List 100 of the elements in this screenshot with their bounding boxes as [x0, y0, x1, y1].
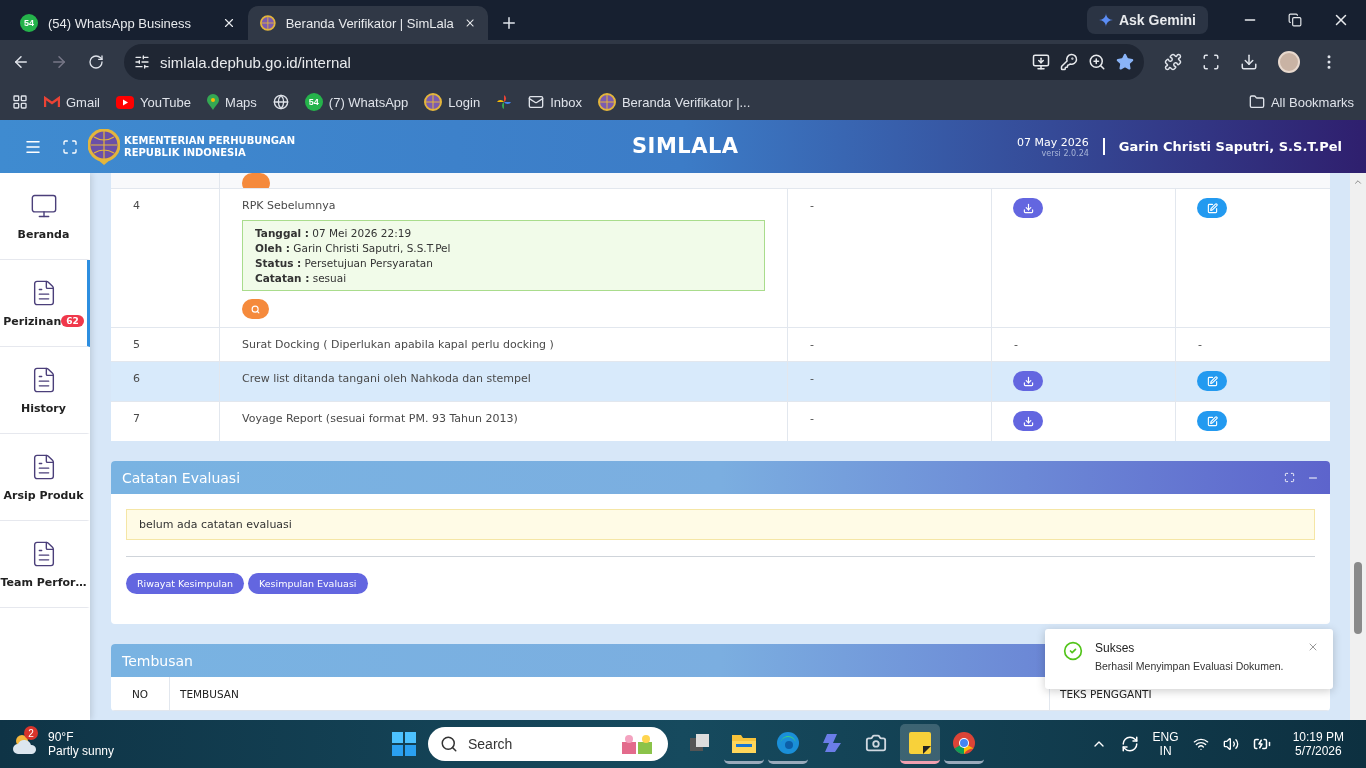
gemini-button[interactable]: Ask Gemini [1086, 6, 1208, 34]
emblem-icon [424, 93, 443, 111]
edit-button[interactable] [1197, 411, 1227, 431]
play-icon [115, 95, 134, 109]
back-icon[interactable] [12, 53, 30, 71]
edit-icon [1206, 202, 1218, 214]
chat-icon: 54 [304, 93, 323, 111]
task-view-icon [690, 733, 710, 752]
scrollbar-thumb[interactable] [1354, 562, 1362, 634]
browser-tab[interactable]: 54 (54) WhatsApp Business [8, 6, 248, 40]
table-cell: - [1014, 338, 1018, 351]
avatar[interactable] [1278, 51, 1300, 73]
download-icon[interactable] [1240, 53, 1258, 71]
table-cell: - [1198, 338, 1202, 351]
download-button[interactable] [1013, 411, 1043, 431]
globe-icon[interactable] [272, 94, 289, 110]
site-settings-icon[interactable] [134, 54, 150, 70]
volume-icon[interactable] [1222, 736, 1239, 752]
table-cell: - [810, 338, 814, 351]
download-icon [1022, 202, 1034, 214]
evaluation-button[interactable]: Riwayat Kesimpulan [126, 573, 244, 594]
document-name: RPK Sebelumnya [242, 199, 336, 212]
wifi-icon[interactable] [1192, 736, 1209, 752]
alert-badge: 2 [24, 726, 38, 740]
bookmark[interactable]: 54 (7) WhatsApp [304, 93, 409, 111]
evaluation-button[interactable]: Kesimpulan Evaluasi [248, 573, 368, 594]
apps-icon[interactable] [12, 94, 28, 110]
table-cell: - [810, 199, 814, 212]
fullscreen-icon[interactable] [62, 138, 78, 155]
document-name: Voyage Report (sesuai format PM. 93 Tahun 2013) [242, 412, 518, 425]
temperature: 90°F [48, 730, 75, 744]
bookmark[interactable]: YouTube [115, 94, 192, 110]
note-line: Oleh : Garin Christi Saputri, S.S.T.Pel [255, 242, 452, 254]
bookmark[interactable]: Gmail [44, 94, 100, 110]
edit-button[interactable] [1197, 371, 1227, 391]
download-icon [1022, 415, 1034, 427]
sidebar-label: Arsip Produk [3, 488, 84, 502]
search-field[interactable]: Search [428, 727, 668, 761]
evaluation-note: belum ada catatan evaluasi [126, 509, 1315, 540]
language-indicator[interactable]: ENG IN [1152, 730, 1179, 758]
download-icon [1022, 375, 1034, 387]
download-button[interactable] [1013, 198, 1043, 218]
bookmark-star-icon[interactable] [1116, 53, 1134, 71]
sidebar-label: Beranda [17, 227, 70, 241]
sidebar-label: Team Perfor… [0, 575, 87, 589]
panel-title: Tembusan [122, 652, 193, 669]
browser-icon [776, 730, 800, 755]
org-name: REPUBLIK INDONESIA [124, 146, 247, 159]
note-icon [909, 731, 931, 754]
close-icon[interactable] [222, 16, 236, 30]
folder-icon [732, 732, 756, 753]
version: versi 2.0.24 [1040, 148, 1089, 158]
document-name: Surat Docking ( Diperlukan apabila kapal perlu docking ) [242, 338, 554, 351]
spark-icon [821, 731, 843, 754]
sync-icon[interactable] [1120, 735, 1139, 753]
edit-icon [1206, 375, 1218, 387]
extensions-icon[interactable] [1164, 53, 1182, 71]
note-line: Tanggal : 07 Mei 2026 22:19 [255, 227, 413, 239]
column-header: NO [130, 686, 150, 702]
toast-title: Sukses [1095, 641, 1136, 655]
expand-icon[interactable] [1284, 472, 1295, 483]
panel-title: Catatan Evaluasi [122, 469, 241, 486]
emblem-icon [597, 93, 616, 111]
bookmark[interactable]: Inbox [528, 94, 582, 110]
restore-icon[interactable] [1288, 13, 1302, 27]
zoom-icon[interactable] [1088, 53, 1106, 71]
forward-icon[interactable] [50, 53, 68, 71]
bookmark[interactable]: Beranda Verifikator |... [597, 93, 751, 111]
user-name: Garin Christi Saputri, S.S.T.Pel [1118, 139, 1342, 154]
reload-icon[interactable] [88, 54, 104, 70]
search-icon [440, 735, 458, 753]
map-pin-icon [207, 94, 220, 110]
download-button[interactable] [1013, 371, 1043, 391]
emblem-icon [88, 128, 120, 165]
row-number: 4 [133, 199, 140, 212]
chrome-icon [952, 730, 976, 755]
bookmark[interactable]: Login [424, 93, 481, 111]
pinwheel-icon[interactable] [496, 94, 513, 110]
install-icon[interactable] [1032, 53, 1050, 71]
row-number: 6 [133, 372, 140, 385]
browser-tab[interactable]: Beranda Verifikator | SimLala [248, 6, 488, 40]
weather-text: Partly sunny [48, 744, 115, 758]
envelope-icon [528, 94, 545, 110]
taskbar-app[interactable] [900, 724, 940, 764]
check-icon [1063, 641, 1083, 661]
document-name: Crew list ditanda tangani oleh Nahkoda dan stempel [242, 372, 531, 385]
new-tab-icon[interactable] [500, 14, 518, 32]
bookmark[interactable]: Maps [207, 94, 257, 110]
start-icon[interactable] [392, 732, 416, 756]
note-line: Catatan : sesuai [255, 272, 348, 284]
note-line: Status : Persetujuan Persyaratan [255, 257, 434, 269]
address-bar[interactable]: simlala.dephub.go.id/internal [124, 44, 1144, 80]
all-bookmarks[interactable]: All Bookmarks [1248, 94, 1354, 110]
edit-button[interactable] [1197, 198, 1227, 218]
edit-icon [1206, 415, 1218, 427]
mail-icon [44, 96, 60, 108]
key-icon[interactable] [1060, 53, 1078, 71]
folder-icon [1248, 94, 1265, 110]
clock[interactable]: 10:19 PM 5/7/2026 [1292, 730, 1344, 758]
chat-icon: 54 [20, 14, 38, 32]
